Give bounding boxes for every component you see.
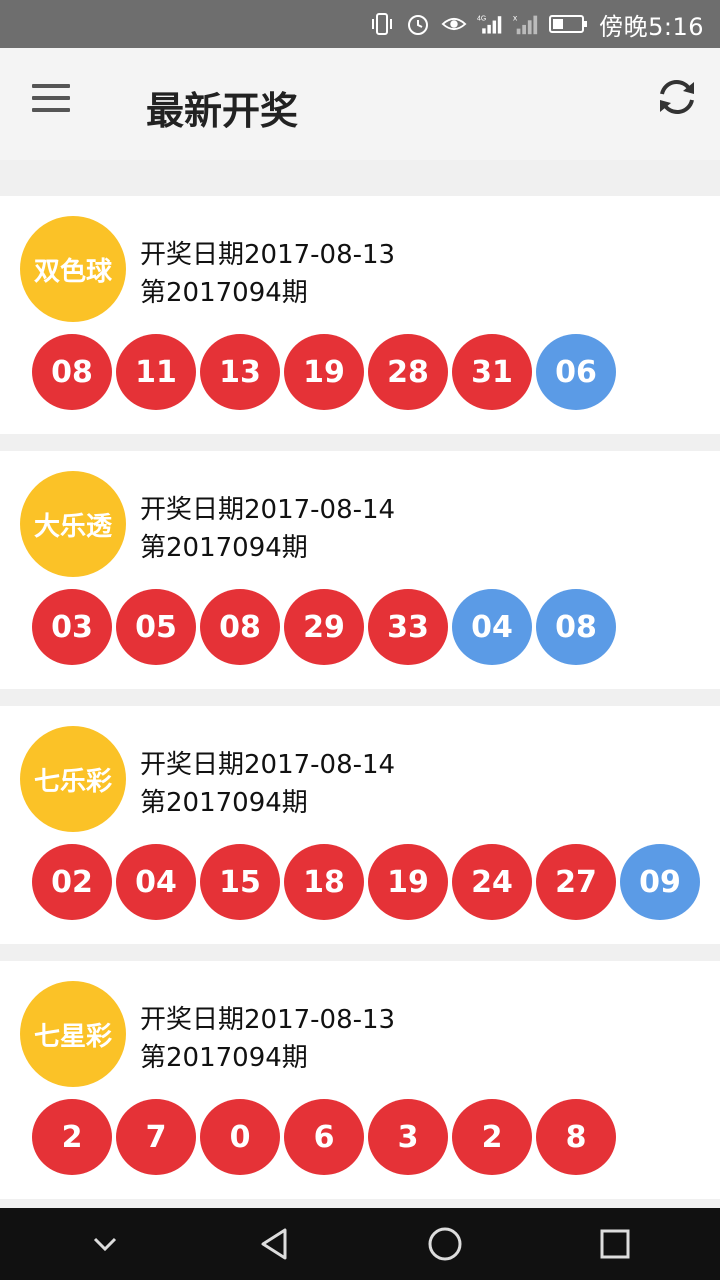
red-ball: 05 (116, 589, 196, 665)
draw-date: 开奖日期2017-08-14 (140, 495, 396, 525)
system-nav-bar (0, 1208, 720, 1280)
recents-icon[interactable] (585, 1214, 645, 1274)
red-ball: 2 (452, 1099, 532, 1175)
red-ball: 27 (536, 844, 616, 920)
lottery-badge: 七星彩 (20, 981, 126, 1087)
blue-ball: 08 (536, 589, 616, 665)
ball-row: 03 05 08 29 33 04 08 (32, 589, 616, 665)
lottery-card-ssq[interactable]: 双色球 开奖日期2017-08-13 第2017094期 08 11 13 19… (0, 196, 720, 434)
blue-ball: 04 (452, 589, 532, 665)
vibrate-icon (369, 11, 395, 37)
ball-row: 02 04 15 18 19 24 27 09 (32, 844, 700, 920)
red-ball: 8 (536, 1099, 616, 1175)
draw-date: 开奖日期2017-08-13 (140, 1005, 396, 1035)
status-time: 傍晚5:16 (599, 12, 704, 41)
lottery-card-dlt[interactable]: 大乐透 开奖日期2017-08-14 第2017094期 03 05 08 29… (0, 451, 720, 689)
draw-date: 开奖日期2017-08-13 (140, 240, 396, 270)
red-ball: 13 (200, 334, 280, 410)
red-ball: 19 (368, 844, 448, 920)
red-ball: 04 (116, 844, 196, 920)
draw-issue: 第2017094期 (140, 533, 308, 563)
red-ball: 24 (452, 844, 532, 920)
draw-issue: 第2017094期 (140, 1043, 308, 1073)
red-ball: 33 (368, 589, 448, 665)
back-icon[interactable] (245, 1214, 305, 1274)
home-icon[interactable] (415, 1214, 475, 1274)
red-ball: 7 (116, 1099, 196, 1175)
red-ball: 2 (32, 1099, 112, 1175)
red-ball: 6 (284, 1099, 364, 1175)
blue-ball: 06 (536, 334, 616, 410)
draw-date: 开奖日期2017-08-14 (140, 750, 396, 780)
red-ball: 18 (284, 844, 364, 920)
alarm-icon (405, 11, 431, 37)
signal-4g-icon: 4G (477, 11, 503, 37)
lottery-card-qxc[interactable]: 七星彩 开奖日期2017-08-13 第2017094期 2 7 0 6 3 2… (0, 961, 720, 1199)
eye-icon (441, 11, 467, 37)
collapse-icon[interactable] (75, 1214, 135, 1274)
svg-text:4G: 4G (477, 16, 486, 23)
red-ball: 11 (116, 334, 196, 410)
lottery-badge: 双色球 (20, 216, 126, 322)
red-ball: 31 (452, 334, 532, 410)
red-ball: 19 (284, 334, 364, 410)
app-bar: 最新开奖 (0, 48, 720, 160)
red-ball: 3 (368, 1099, 448, 1175)
ball-row: 08 11 13 19 28 31 06 (32, 334, 616, 410)
red-ball: 08 (32, 334, 112, 410)
red-ball: 28 (368, 334, 448, 410)
refresh-icon[interactable] (652, 72, 702, 122)
red-ball: 02 (32, 844, 112, 920)
lottery-badge: 大乐透 (20, 471, 126, 577)
draw-issue: 第2017094期 (140, 278, 308, 308)
draw-issue: 第2017094期 (140, 788, 308, 818)
status-bar: 4G x 傍晚5:16 (0, 0, 720, 48)
red-ball: 08 (200, 589, 280, 665)
lottery-badge: 七乐彩 (20, 726, 126, 832)
blue-ball: 09 (620, 844, 700, 920)
battery-icon (549, 11, 589, 37)
red-ball: 15 (200, 844, 280, 920)
lottery-card-qlc[interactable]: 七乐彩 开奖日期2017-08-14 第2017094期 02 04 15 18… (0, 706, 720, 944)
red-ball: 29 (284, 589, 364, 665)
red-ball: 0 (200, 1099, 280, 1175)
page-title: 最新开奖 (146, 89, 299, 133)
lottery-list: 双色球 开奖日期2017-08-13 第2017094期 08 11 13 19… (0, 196, 720, 1216)
signal-icon: x (513, 11, 539, 37)
red-ball: 03 (32, 589, 112, 665)
ball-row: 2 7 0 6 3 2 8 (32, 1099, 616, 1175)
menu-icon[interactable] (32, 78, 80, 118)
svg-text:x: x (513, 12, 518, 22)
